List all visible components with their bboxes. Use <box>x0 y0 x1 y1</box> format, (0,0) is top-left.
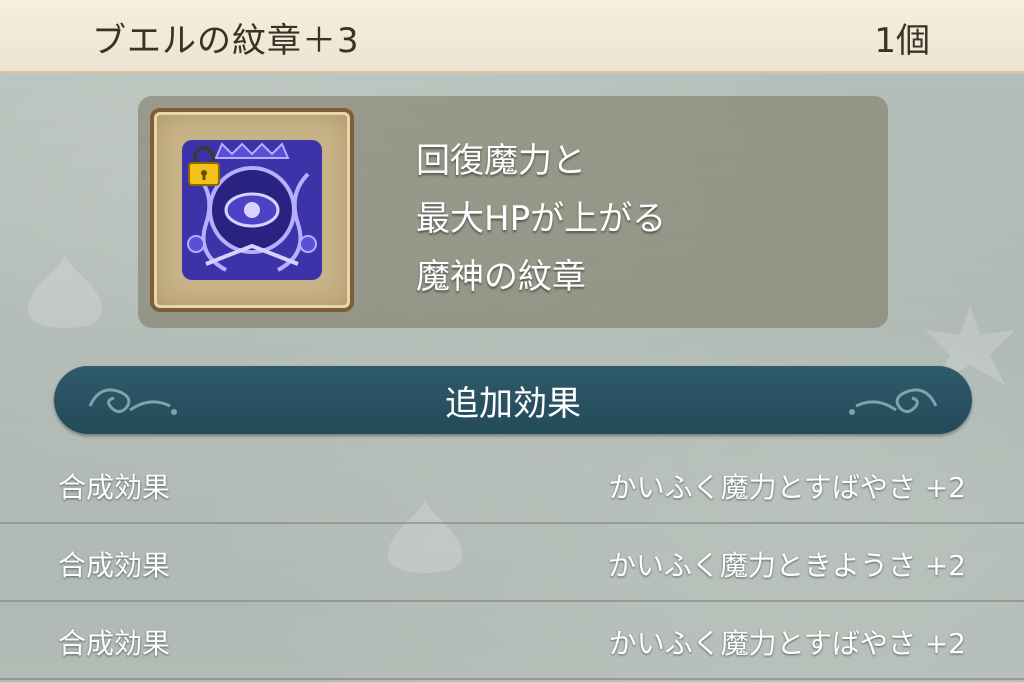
item-name: ブエルの紋章＋3 <box>92 21 360 61</box>
effect-row: 合成効果 かいふく魔力とすばやさ +2 <box>0 446 1024 524</box>
effect-value: かいふく魔力とすばやさ +2 <box>608 627 966 660</box>
effect-row: 合成効果 かいふく魔力とすばやさ +2 <box>0 602 1024 680</box>
item-count: 1個 <box>874 21 930 61</box>
effect-label: 合成効果 <box>58 471 171 504</box>
effect-value: かいふく魔力ときようさ +2 <box>607 549 966 582</box>
effect-row: 合成効果 かいふく魔力ときようさ +2 <box>0 524 1024 602</box>
section-title: 追加効果 <box>445 384 581 424</box>
additional-effects-header: 追加効果 <box>54 366 972 434</box>
effect-label: 合成効果 <box>58 627 171 660</box>
item-header: ブエルの紋章＋3 1個 <box>0 0 1024 74</box>
slime-watermark-icon <box>27 255 103 328</box>
swirl-ornament-icon <box>849 388 938 415</box>
item-description: 回復魔力と 最大HPが上がる 魔神の紋章 <box>416 141 667 297</box>
lock-icon <box>188 146 220 186</box>
item-icon-frame[interactable] <box>150 108 354 312</box>
effect-label: 合成効果 <box>58 549 171 582</box>
effect-value: かいふく魔力とすばやさ +2 <box>608 471 966 504</box>
